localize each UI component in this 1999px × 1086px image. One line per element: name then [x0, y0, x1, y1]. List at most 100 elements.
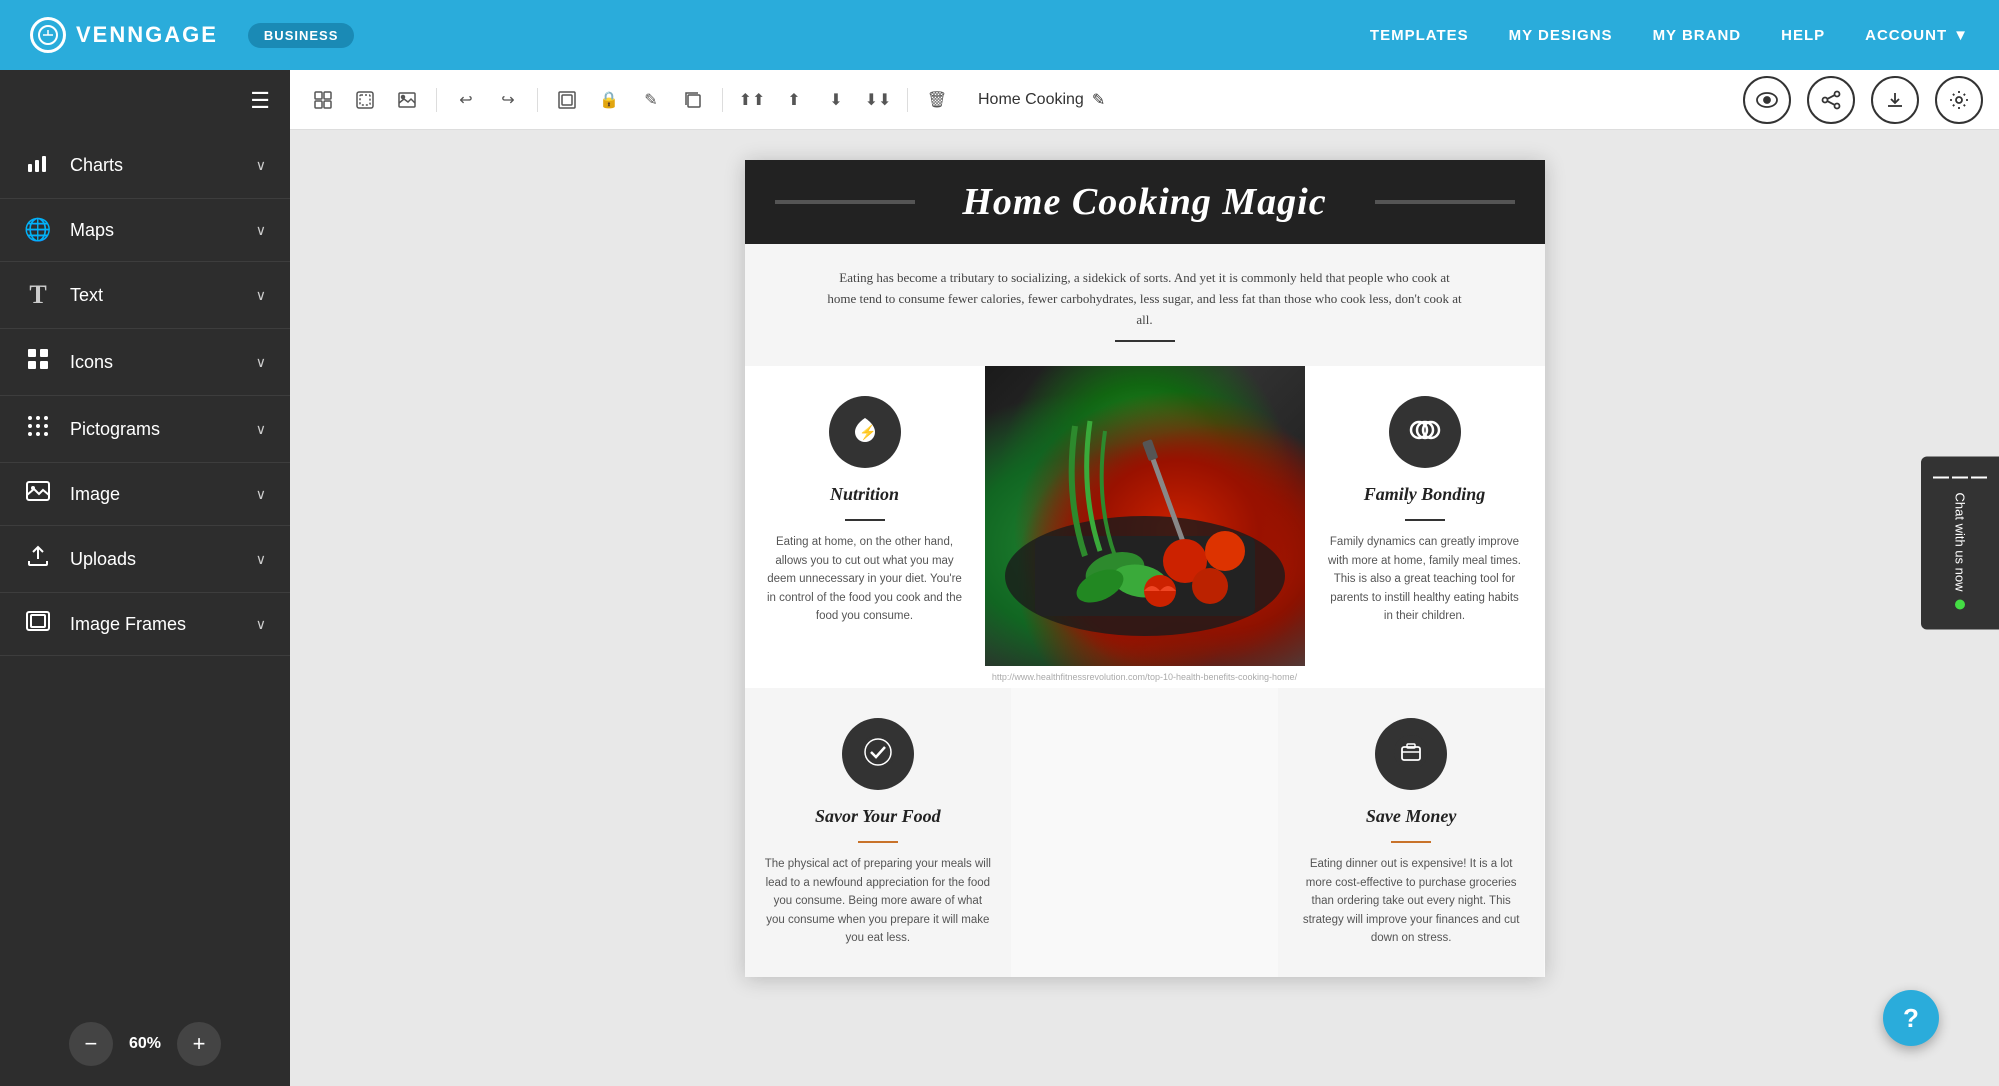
toolbar-right — [1743, 76, 1983, 124]
help-fab-button[interactable]: ? — [1883, 990, 1939, 1046]
send-bottom-icon[interactable]: ⬇⬇ — [861, 83, 895, 117]
design-title-text: Home Cooking — [978, 91, 1084, 109]
redo-icon[interactable]: ↪ — [491, 83, 525, 117]
infographic-intro: Eating has become a tributary to sociali… — [745, 244, 1545, 366]
help-icon: ? — [1903, 1003, 1919, 1034]
save-money-icon — [1392, 733, 1430, 776]
text-icon: T — [24, 280, 52, 310]
logo-icon — [30, 17, 66, 53]
frame-icon[interactable] — [550, 83, 584, 117]
business-badge[interactable]: BUSINESS — [248, 23, 354, 48]
charts-icon — [24, 150, 52, 180]
center-image-section: http://www.healthfitnessrevolution.com/t… — [985, 366, 1305, 688]
edit-title-icon[interactable]: ✎ — [1092, 90, 1105, 110]
bring-up-icon[interactable]: ⬆ — [777, 83, 811, 117]
logo-text: VENNGAGE — [76, 22, 218, 48]
hamburger-icon[interactable]: ☰ — [250, 88, 270, 114]
save-money-divider — [1391, 841, 1431, 843]
sidebar: ☰ Charts ∨ 🌐 Maps ∨ — [0, 70, 290, 1086]
download-button[interactable] — [1871, 76, 1919, 124]
nav-my-designs[interactable]: MY DESIGNS — [1509, 27, 1613, 44]
design-title-area[interactable]: Home Cooking ✎ — [970, 86, 1113, 114]
sidebar-item-image-frames[interactable]: Image Frames ∨ — [0, 593, 290, 656]
duplicate-icon[interactable] — [676, 83, 710, 117]
canvas-area[interactable]: Home Cooking Magic Eating has become a t… — [290, 130, 1999, 1086]
charts-chevron: ∨ — [256, 157, 266, 174]
nutrition-title: Nutrition — [830, 484, 899, 505]
maps-icon: 🌐 — [24, 217, 52, 243]
save-money-text: Eating dinner out is expensive! It is a … — [1298, 855, 1525, 947]
select-icon[interactable] — [348, 83, 382, 117]
family-bonding-divider — [1405, 519, 1445, 521]
image-add-icon[interactable] — [390, 83, 424, 117]
nav-my-brand[interactable]: MY BRAND — [1653, 27, 1742, 44]
layers-icon[interactable] — [306, 83, 340, 117]
zoom-in-button[interactable]: + — [177, 1022, 221, 1066]
nav-links: TEMPLATES MY DESIGNS MY BRAND HELP ACCOU… — [1370, 27, 1969, 44]
image-frames-icon — [24, 611, 52, 637]
share-button[interactable] — [1807, 76, 1855, 124]
intro-divider — [1115, 340, 1175, 342]
savor-text: The physical act of preparing your meals… — [765, 855, 992, 947]
sidebar-item-text[interactable]: T Text ∨ — [0, 262, 290, 329]
sidebar-item-image[interactable]: Image ∨ — [0, 463, 290, 526]
chevron-down-icon: ▼ — [1953, 27, 1969, 44]
save-money-title: Save Money — [1366, 806, 1456, 827]
url-text: http://www.healthfitnessrevolution.com/t… — [986, 666, 1303, 688]
sidebar-item-maps[interactable]: 🌐 Maps ∨ — [0, 199, 290, 262]
chat-lines-icon — [1933, 477, 1987, 479]
sidebar-item-pictograms[interactable]: Pictograms ∨ — [0, 396, 290, 463]
save-money-icon-circle — [1375, 718, 1447, 790]
family-bonding-title: Family Bonding — [1364, 484, 1486, 505]
send-down-icon[interactable]: ⬇ — [819, 83, 853, 117]
nav-help[interactable]: HELP — [1781, 27, 1825, 44]
toolbar-divider-1 — [436, 88, 437, 112]
bring-top-icon[interactable]: ⬆⬆ — [735, 83, 769, 117]
icons-icon — [24, 347, 52, 377]
food-image[interactable] — [985, 366, 1305, 666]
header-line-left — [775, 200, 915, 204]
savor-icon-circle — [842, 718, 914, 790]
sidebar-item-uploads[interactable]: Uploads ∨ — [0, 526, 290, 593]
delete-icon[interactable]: 🗑 — [920, 83, 954, 117]
nutrition-divider — [845, 519, 885, 521]
sidebar-item-charts[interactable]: Charts ∨ — [0, 132, 290, 199]
bottom-center — [1011, 688, 1278, 977]
family-bonding-text: Family dynamics can greatly improve with… — [1325, 533, 1525, 625]
infographic-title[interactable]: Home Cooking Magic — [915, 180, 1375, 224]
editor-area: ↩ ↪ 🔒 ✎ ⬆⬆ ⬆ ⬇ ⬇⬇ 🗑 — [290, 70, 1999, 1086]
sidebar-menu-btn[interactable]: ☰ — [0, 70, 290, 132]
toolbar-divider-2 — [537, 88, 538, 112]
nutrition-section: ⚡ Nutrition Eating at home, on the other… — [745, 366, 985, 688]
undo-icon[interactable]: ↩ — [449, 83, 483, 117]
sidebar-item-icons[interactable]: Icons ∨ — [0, 329, 290, 396]
nav-templates[interactable]: TEMPLATES — [1370, 27, 1469, 44]
uploads-chevron: ∨ — [256, 551, 266, 568]
zoom-out-button[interactable]: − — [69, 1022, 113, 1066]
nav-account[interactable]: ACCOUNT ▼ — [1865, 27, 1969, 44]
food-image-bg — [985, 366, 1305, 666]
infographic: Home Cooking Magic Eating has become a t… — [745, 160, 1545, 977]
chat-online-dot — [1955, 600, 1965, 610]
charts-label: Charts — [70, 155, 123, 176]
toolbar: ↩ ↪ 🔒 ✎ ⬆⬆ ⬆ ⬇ ⬇⬇ 🗑 — [290, 70, 1999, 130]
toolbar-divider-3 — [722, 88, 723, 112]
infographic-canvas: Home Cooking Magic Eating has become a t… — [745, 160, 1545, 977]
nutrition-text: Eating at home, on the other hand, allow… — [765, 533, 965, 625]
zoom-level: 60% — [129, 1035, 161, 1053]
edit-icon[interactable]: ✎ — [634, 83, 668, 117]
preview-button[interactable] — [1743, 76, 1791, 124]
chat-widget[interactable]: Chat with us now — [1921, 457, 1999, 630]
uploads-label: Uploads — [70, 549, 136, 570]
image-frames-label: Image Frames — [70, 614, 186, 635]
savor-divider — [858, 841, 898, 843]
settings-button[interactable] — [1935, 76, 1983, 124]
header-line-right — [1375, 200, 1515, 204]
nutrition-icon: ⚡ — [847, 412, 883, 453]
logo-area[interactable]: VENNGAGE — [30, 17, 218, 53]
lock-icon[interactable]: 🔒 — [592, 83, 626, 117]
savor-section: Savor Your Food The physical act of prep… — [745, 688, 1012, 977]
text-label: Text — [70, 285, 103, 306]
family-bonding-section: Family Bonding Family dynamics can great… — [1305, 366, 1545, 688]
infographic-header: Home Cooking Magic — [745, 160, 1545, 244]
